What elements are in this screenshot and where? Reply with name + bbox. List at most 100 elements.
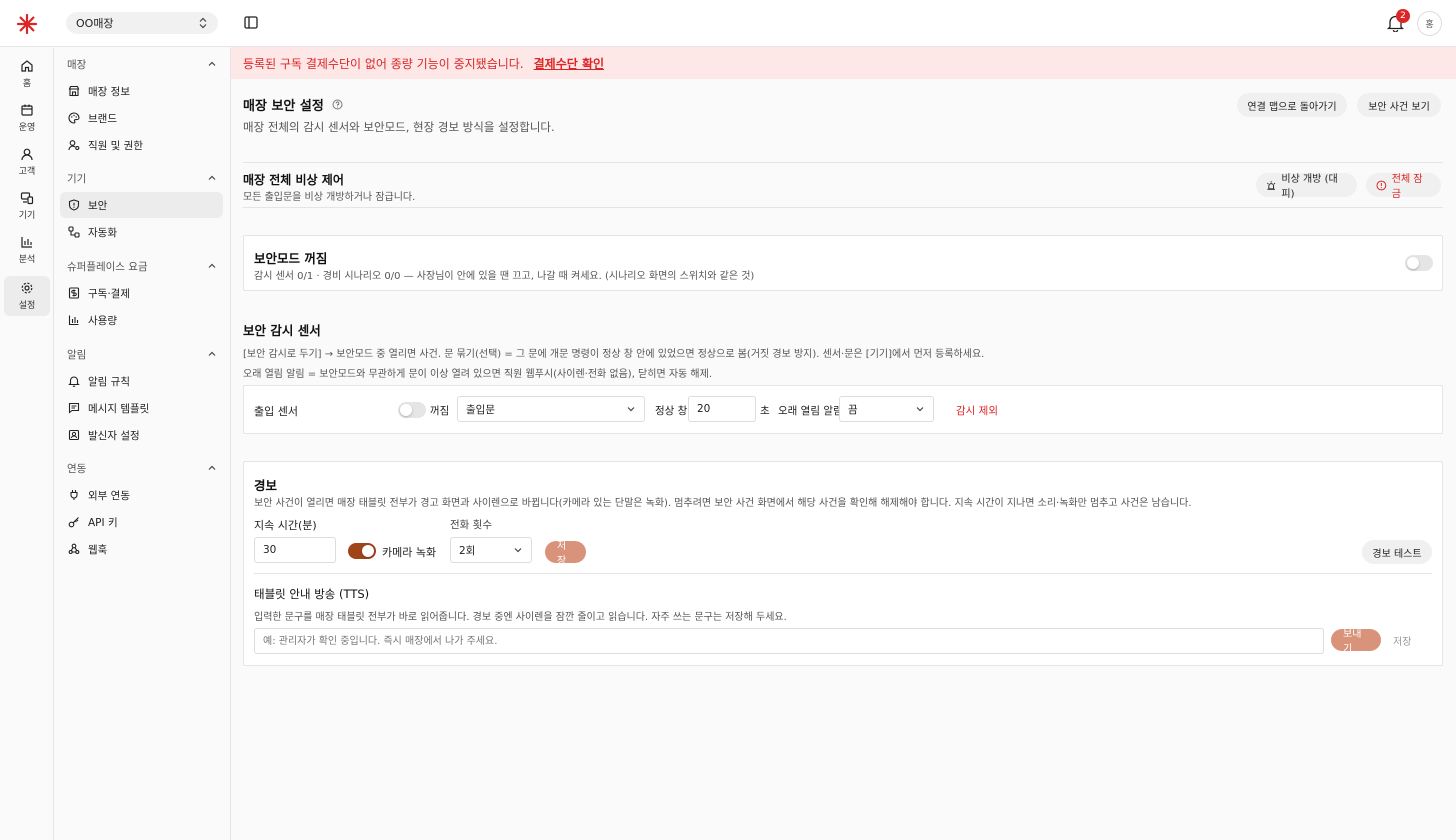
rail-item-home[interactable]: 홈 [4,54,50,94]
door-select[interactable]: 출입문 [457,396,645,422]
tts-text-input[interactable] [254,628,1324,654]
camera-recording-label: 카메라 녹화 [382,546,437,559]
view-security-events-button[interactable]: 보안 사건 보기 [1357,93,1441,117]
sidebar-group-integrations[interactable]: 연동 [67,460,217,476]
page-title: 매장 보안 설정 [243,95,343,114]
palette-icon [68,112,80,124]
sidebar-item-api-keys[interactable]: API 키 [60,509,223,535]
divider [243,162,1443,163]
siren-icon [1267,180,1276,190]
group-title: 알림 [67,348,87,361]
sidebar-item-label: 보안 [88,199,108,212]
sidebar-toggle-icon[interactable] [244,16,258,29]
sidebar-item-label: 구독·결제 [88,287,130,300]
chevron-down-icon [514,548,522,553]
plug-icon [70,490,78,500]
sidebar-group-devices[interactable]: 기기 [67,170,217,186]
rail-item-operations[interactable]: 운영 [4,98,50,138]
sidebar-group-notifications[interactable]: 알림 [67,346,217,362]
sidebar-item-subscription[interactable]: 구독·결제 [60,280,223,306]
chevron-up-down-icon [199,17,207,29]
sidebar-item-sender-settings[interactable]: 발신자 설정 [60,422,223,448]
sidebar-item-usage[interactable]: 사용량 [60,307,223,333]
help-circle-icon[interactable] [332,99,343,110]
tts-save-button[interactable]: 저장 [1393,633,1411,648]
sidebar-item-message-templates[interactable]: 메시지 템플릿 [60,395,223,421]
logo-icon[interactable] [15,12,39,36]
security-mode-card: 보안모드 꺼짐 감시 센서 0/1 · 경비 시나리오 0/0 — 사장님이 안… [243,235,1443,291]
sidebar-item-label: 직원 및 권한 [88,139,143,152]
chevron-up-icon [208,61,216,66]
check-payment-link[interactable]: 결제수단 확인 [534,55,604,72]
calls-select[interactable]: 2회 [450,537,532,563]
sidebar-item-label: 자동화 [88,226,117,239]
sidebar-item-store-info[interactable]: 매장 정보 [60,78,223,104]
alarm-title: 경보 [254,478,278,493]
alarm-card: 경보 보안 사건이 열리면 매장 태블릿 전부가 경고 화면과 사이렌으로 바뀝… [243,461,1443,666]
lock-all-label: 전체 잠금 [1391,174,1423,200]
long-open-select[interactable]: 끔 [839,396,934,422]
camera-recording-toggle[interactable] [348,543,376,559]
rail-item-label: 기기 [18,211,36,221]
rail-item-customers[interactable]: 고객 [4,142,50,182]
emergency-open-label: 비상 개방 (대피) [1281,174,1338,200]
sidebar-item-alert-rules[interactable]: 알림 규칙 [60,368,223,394]
sensor-row: 출입 센서 꺼짐 출입문 정상 창 20 초 오래 열림 알림 끔 감시 제외 [243,385,1443,434]
avatar[interactable]: 홍 [1417,11,1442,36]
sidebar-item-label: 외부 연동 [88,489,130,502]
bell-icon [68,376,80,387]
sidebar-group-store[interactable]: 매장 [67,56,217,72]
rail-item-label: 운영 [18,123,36,133]
emergency-open-button[interactable]: 비상 개방 (대피) [1256,173,1357,200]
sidebar-item-webhooks[interactable]: 웹훅 [60,536,223,562]
sensors-title: 보안 감시 센서 [243,323,321,338]
webhook-icon [68,543,80,555]
sidebar-item-external-integrations[interactable]: 외부 연동 [60,482,223,508]
settings-sidebar: 매장 매장 정보 브랜드 직원 및 권한 기기 보안 자동화 슈퍼플레이스 요금… [54,48,231,840]
key-icon [68,517,79,528]
duration-input[interactable]: 30 [254,537,336,563]
alarm-test-button[interactable]: 경보 테스트 [1362,540,1432,564]
lock-all-button[interactable]: 전체 잠금 [1366,173,1441,200]
alarm-save-button[interactable]: 저장 [545,541,586,567]
banner-message: 등록된 구독 결제수단이 없어 종량 기능이 중지됐습니다. [243,56,524,71]
rail-item-settings[interactable]: 설정 [4,276,50,316]
sensor-watch-toggle[interactable] [398,402,426,418]
bar-chart-icon [68,315,79,326]
sidebar-item-label: 매장 정보 [88,85,130,98]
store-selector[interactable]: OO매장 [66,12,218,34]
contact-icon [68,429,80,441]
toggle-knob [400,404,412,416]
tts-send-button[interactable]: 보내기 [1331,629,1381,655]
rail-item-devices[interactable]: 기기 [4,186,50,226]
rail-item-label: 홈 [22,79,32,89]
store-icon [68,85,80,97]
sidebar-item-label: 웹훅 [88,543,108,556]
rail-item-analytics[interactable]: 분석 [4,230,50,270]
group-title: 연동 [67,462,87,475]
sidebar-item-brand[interactable]: 브랜드 [60,105,223,131]
tts-desc: 입력한 문구를 매장 태블릿 전부가 바로 읽어줍니다. 경보 중엔 사이렌을 … [254,612,787,623]
group-title: 기기 [67,172,87,185]
sidebar-item-label: 알림 규칙 [88,375,130,388]
sensors-desc-1: [보안 감시로 두기] → 보안모드 중 열리면 사건. 문 묶기(선택) = … [243,349,985,360]
sidebar-item-security[interactable]: 보안 [60,192,223,218]
exclude-watch-link[interactable]: 감시 제외 [956,403,998,418]
store-selector-label: OO매장 [76,17,114,30]
sidebar-item-automation[interactable]: 자동화 [60,219,223,245]
message-square-icon [68,402,80,414]
sidebar-group-billing[interactable]: 슈퍼플레이스 요금 [67,258,217,274]
rail-item-label: 분석 [18,255,36,265]
sidebar-item-label: 발신자 설정 [88,429,140,442]
bar-chart-icon [21,237,32,248]
duration-label: 지속 시간(분) [254,519,317,532]
long-open-label: 오래 열림 알림 [778,405,843,417]
receipt-icon [68,287,80,299]
security-mode-toggle[interactable] [1405,255,1433,271]
sidebar-item-staff[interactable]: 직원 및 권한 [60,132,223,158]
sensor-toggle-label: 꺼짐 [430,405,450,417]
sidebar-item-label: 메시지 템플릿 [88,402,150,415]
sidebar-item-label: API 키 [88,516,118,529]
normal-window-input[interactable]: 20 [688,396,756,422]
back-to-map-button[interactable]: 연결 맵으로 돌아가기 [1237,93,1347,117]
